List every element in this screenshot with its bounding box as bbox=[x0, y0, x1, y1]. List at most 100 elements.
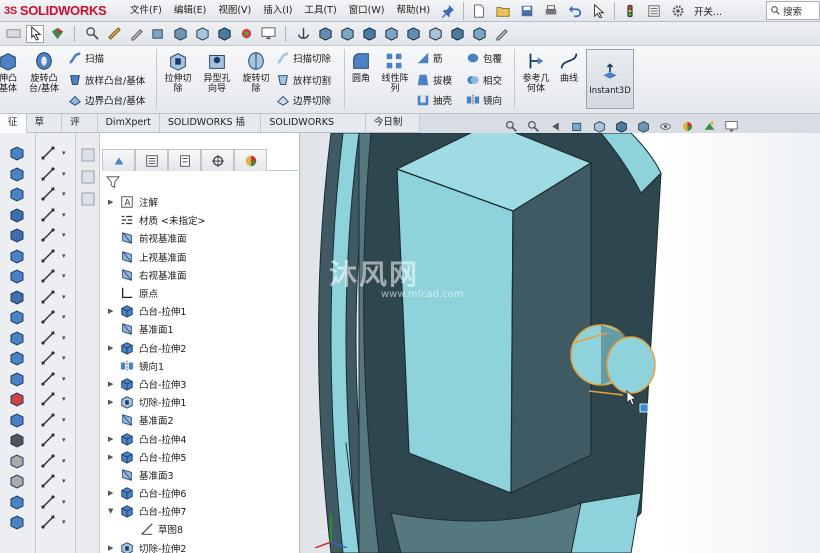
edit-appearance-icon[interactable] bbox=[678, 117, 696, 135]
expand-arrow-icon[interactable]: ▶ bbox=[108, 307, 113, 315]
feature-tree-item[interactable]: 材质 <未指定> bbox=[100, 211, 296, 229]
sketch-corner-icon[interactable] bbox=[40, 145, 56, 161]
configuration-manager-tab[interactable] bbox=[168, 149, 201, 171]
mirror-entities-icon[interactable] bbox=[40, 432, 56, 448]
feature-tree-item[interactable]: ▶ 凸台-拉伸3 bbox=[100, 375, 296, 393]
revolve-shortcut-icon[interactable] bbox=[9, 166, 25, 182]
cut-shortcut-icon[interactable] bbox=[9, 207, 25, 223]
dropdown-arrow-icon[interactable]: ▾ bbox=[62, 313, 66, 321]
menu-view[interactable]: 视图(V) bbox=[212, 0, 257, 22]
view-orientation-icon[interactable] bbox=[215, 25, 233, 43]
task-pane-icon[interactable] bbox=[80, 169, 96, 185]
boundary-boss-button[interactable]: 边界凸台/基体 bbox=[68, 92, 145, 108]
sweep-cut-button[interactable]: 扫描切除 bbox=[276, 50, 331, 66]
cube-view-back-icon[interactable] bbox=[426, 25, 444, 43]
solidworks-logo[interactable]: 3S SOLIDWORKS bbox=[0, 0, 118, 22]
expand-arrow-icon[interactable]: ▶ bbox=[108, 344, 113, 352]
display-style-hud-icon[interactable] bbox=[634, 117, 652, 135]
dropdown-arrow-icon[interactable]: ▾ bbox=[62, 252, 66, 260]
tab-today-manufacturing[interactable]: 今日制造 bbox=[366, 114, 420, 146]
tab-evaluate[interactable]: 评估 bbox=[62, 114, 98, 146]
feature-tree-item[interactable]: ▶ 凸台-拉伸4 bbox=[100, 429, 296, 447]
feature-tree-item[interactable]: 上视基准面 bbox=[100, 248, 296, 266]
arc-icon[interactable] bbox=[40, 268, 56, 284]
dimxpert-manager-tab[interactable] bbox=[201, 149, 234, 171]
move-shortcut-icon[interactable] bbox=[9, 453, 25, 469]
feature-tree-item[interactable]: ▼ 凸台-拉伸7 bbox=[100, 502, 296, 520]
dropdown-arrow-icon[interactable]: ▾ bbox=[62, 211, 66, 219]
feature-tree-item[interactable]: 草图8 bbox=[100, 520, 296, 538]
task-pane-icon[interactable] bbox=[80, 191, 96, 207]
loft-boss-button[interactable]: 放样凸台/基体 bbox=[68, 72, 145, 88]
anchor-icon[interactable] bbox=[294, 25, 312, 43]
dropdown-arrow-icon[interactable]: ▾ bbox=[62, 375, 66, 383]
dropdown-arrow-icon[interactable]: ▾ bbox=[62, 477, 66, 485]
convert-icon[interactable] bbox=[40, 494, 56, 510]
menu-edit[interactable]: 编辑(E) bbox=[168, 0, 212, 22]
dropdown-arrow-icon[interactable]: ▾ bbox=[62, 149, 66, 157]
graphics-area[interactable]: 沐风网 www.mfcad.com bbox=[301, 133, 820, 553]
rib-shortcut-icon[interactable] bbox=[9, 309, 25, 325]
expand-arrow-icon[interactable]: ▶ bbox=[108, 544, 113, 552]
view-orientation-hud-icon[interactable] bbox=[612, 117, 630, 135]
save-shortcut-icon[interactable] bbox=[9, 514, 25, 530]
cube-view-front-icon[interactable] bbox=[338, 25, 356, 43]
mirror-shortcut-icon[interactable] bbox=[9, 350, 25, 366]
hide-show-items-icon[interactable] bbox=[656, 117, 674, 135]
fillet-sketch-icon[interactable] bbox=[40, 330, 56, 346]
tab-dimxpert[interactable]: DimXpert bbox=[98, 114, 160, 133]
feature-tree-item[interactable]: 基准面2 bbox=[100, 411, 296, 429]
appearance-icon[interactable] bbox=[48, 25, 66, 43]
section-view-icon[interactable] bbox=[149, 25, 167, 43]
feature-tree-item[interactable]: 原点 bbox=[100, 284, 296, 302]
cube-view-top-icon[interactable] bbox=[360, 25, 378, 43]
feature-tree-item[interactable]: ▶ 凸台-拉伸6 bbox=[100, 484, 296, 502]
measure-icon[interactable] bbox=[105, 25, 123, 43]
dome-shortcut-icon[interactable] bbox=[9, 371, 25, 387]
collapse-arrow-icon[interactable]: ▼ bbox=[108, 507, 113, 515]
cube-view-left-icon[interactable] bbox=[470, 25, 488, 43]
combine-shortcut-icon[interactable] bbox=[9, 494, 25, 510]
feature-tree-item[interactable]: ▶ 切除-拉伸1 bbox=[100, 393, 296, 411]
new-document-icon[interactable] bbox=[470, 2, 488, 20]
dynamic-annotation-icon[interactable] bbox=[590, 117, 608, 135]
dropdown-arrow-icon[interactable]: ▾ bbox=[62, 395, 66, 403]
text-icon[interactable] bbox=[40, 391, 56, 407]
toolbar-hint-icon[interactable] bbox=[4, 25, 22, 43]
monitor-icon[interactable] bbox=[259, 25, 277, 43]
dropdown-arrow-icon[interactable]: ▾ bbox=[62, 416, 66, 424]
expand-arrow-icon[interactable]: ▶ bbox=[108, 398, 113, 406]
select-icon[interactable] bbox=[26, 24, 44, 43]
expand-arrow-icon[interactable]: ▶ bbox=[108, 453, 113, 461]
dropdown-arrow-icon[interactable]: ▾ bbox=[62, 334, 66, 342]
menu-file[interactable]: 文件(F) bbox=[124, 0, 168, 22]
shell-shortcut-icon[interactable] bbox=[9, 289, 25, 305]
line-icon[interactable] bbox=[40, 186, 56, 202]
menu-tools[interactable]: 工具(T) bbox=[298, 0, 342, 22]
view-settings-icon[interactable] bbox=[722, 117, 740, 135]
curves-button[interactable]: 曲线 bbox=[556, 50, 582, 84]
3d-model-view[interactable] bbox=[301, 133, 820, 553]
hole-wizard-button[interactable]: 异型孔 向导 bbox=[198, 50, 236, 94]
search-input[interactable]: 搜索 bbox=[766, 1, 820, 20]
pin-icon[interactable] bbox=[439, 2, 457, 20]
annotation-shortcut-icon[interactable] bbox=[9, 432, 25, 448]
select-arrow-icon[interactable] bbox=[590, 2, 608, 20]
property-manager-tab[interactable] bbox=[135, 149, 168, 171]
polygon-icon[interactable] bbox=[40, 350, 56, 366]
dropdown-arrow-icon[interactable]: ▾ bbox=[62, 293, 66, 301]
expand-arrow-icon[interactable]: ▶ bbox=[108, 489, 113, 497]
revolve-boss-button[interactable]: 旋转凸 台/基体 bbox=[24, 50, 64, 94]
feature-tree-item[interactable]: 基准面1 bbox=[100, 320, 296, 338]
sketch-tool-icon[interactable] bbox=[127, 25, 145, 43]
trim-icon[interactable] bbox=[40, 473, 56, 489]
menu-help[interactable]: 帮助(H) bbox=[390, 0, 436, 22]
revolve-cut-button[interactable]: 旋转切 除 bbox=[238, 50, 274, 94]
cube-view-icon[interactable] bbox=[316, 25, 334, 43]
dropdown-arrow-icon[interactable]: ▾ bbox=[62, 457, 66, 465]
traffic-light-icon[interactable] bbox=[621, 2, 639, 20]
open-folder-icon[interactable] bbox=[494, 2, 512, 20]
offset-icon[interactable] bbox=[40, 453, 56, 469]
dropdown-arrow-icon[interactable]: ▾ bbox=[62, 170, 66, 178]
extrude-boss-button[interactable]: 伸凸 基体 bbox=[0, 50, 20, 94]
